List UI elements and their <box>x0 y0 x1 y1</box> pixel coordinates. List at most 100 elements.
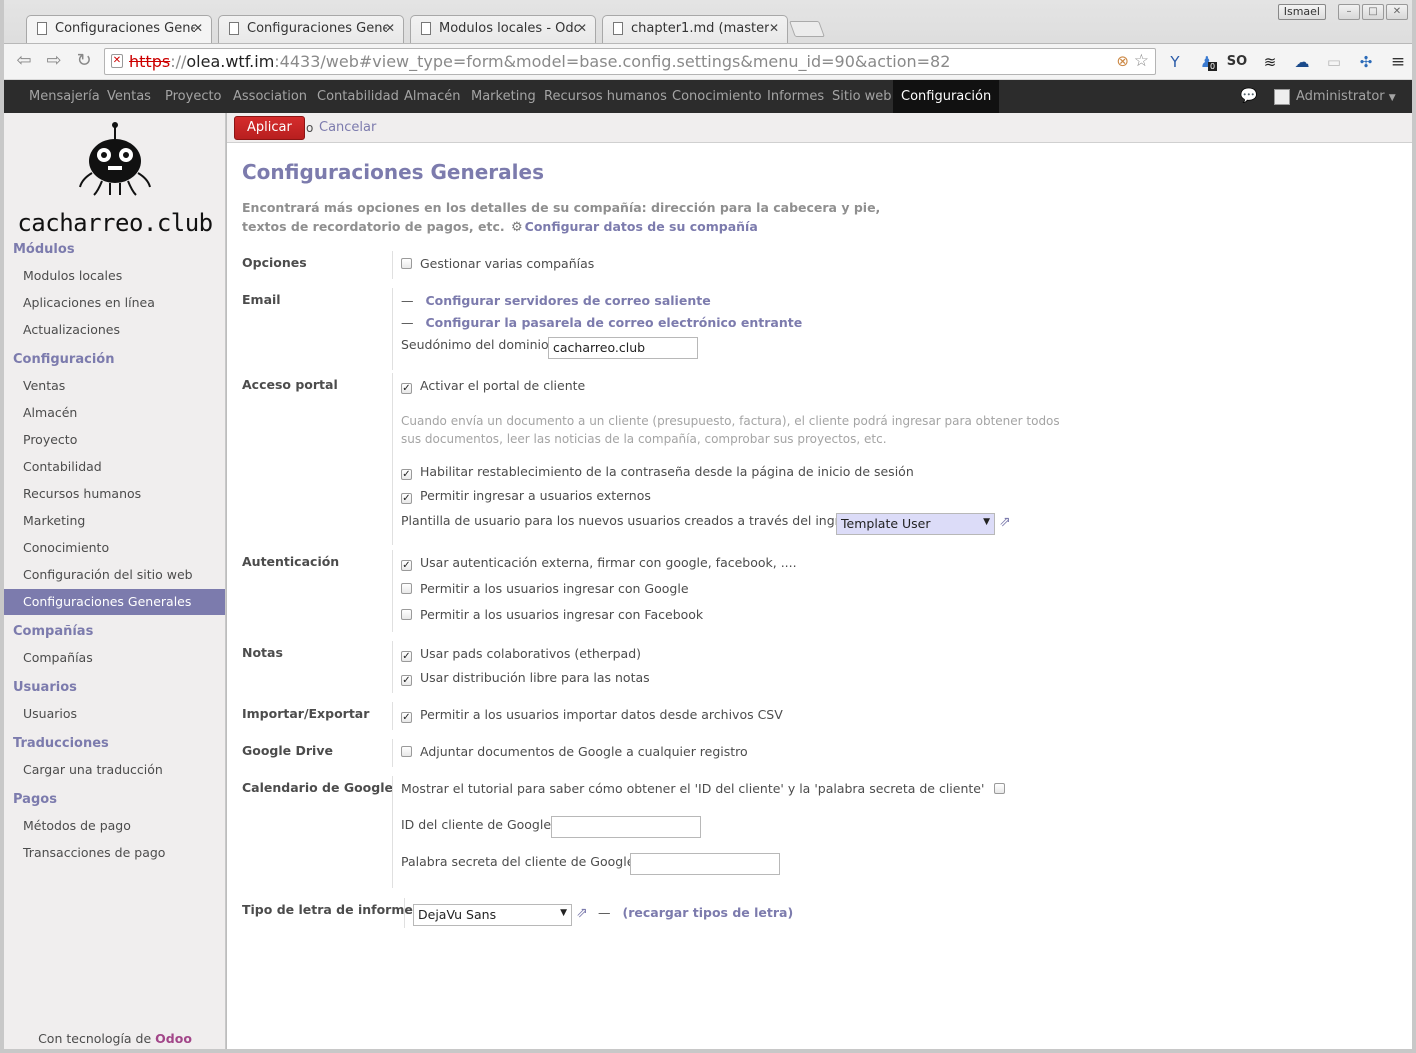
extension-so-icon[interactable]: SO <box>1226 52 1248 72</box>
sidebar-item-conocimiento[interactable]: Conocimiento <box>4 535 225 561</box>
free-notes-checkbox[interactable]: ✓ <box>401 675 412 686</box>
close-icon[interactable]: ✕ <box>193 21 203 35</box>
sidebar-item-companias[interactable]: Compañías <box>4 645 225 671</box>
menu-sitio-web[interactable]: Sitio web <box>824 80 900 113</box>
sidebar-section-traducciones[interactable]: Traducciones <box>13 736 109 751</box>
menu-marketing[interactable]: Marketing <box>463 80 544 113</box>
sidebar-item-transacciones-de-pago[interactable]: Transacciones de pago <box>4 840 225 866</box>
minimize-icon[interactable]: – <box>1338 4 1360 20</box>
menu-almacen[interactable]: Almacén <box>396 80 469 113</box>
sidebar-item-configuraciones-generales[interactable]: Configuraciones Generales <box>4 589 225 615</box>
menu-recursos-humanos[interactable]: Recursos humanos <box>536 80 675 113</box>
sidebar-item-modulos-locales[interactable]: Modulos locales <box>4 263 225 289</box>
sidebar-section-configuracion[interactable]: Configuración <box>13 352 114 367</box>
sidebar-item-contabilidad[interactable]: Contabilidad <box>4 454 225 480</box>
sidebar-item-recursos-humanos[interactable]: Recursos humanos <box>4 481 225 507</box>
reload-fonts-link[interactable]: (recargar tipos de letra) <box>623 905 794 920</box>
browser-tab-2[interactable]: Configuraciones Gene ✕ <box>218 15 404 43</box>
sidebar-section-companias[interactable]: Compañías <box>13 624 93 639</box>
back-icon[interactable]: ⇦ <box>12 50 36 72</box>
alias-domain-input[interactable]: cacharreo.club <box>548 337 698 359</box>
report-font-select[interactable]: DejaVu Sans ▼ <box>413 904 572 926</box>
forward-icon[interactable]: ⇨ <box>42 50 66 72</box>
profile-button[interactable]: Ismael <box>1277 4 1326 20</box>
close-icon[interactable]: ✕ <box>385 21 395 35</box>
extension-cast-icon[interactable]: ▭ <box>1323 52 1345 72</box>
browser-tab-4[interactable]: chapter1.md (master ✕ <box>602 15 788 43</box>
menu-conocimiento[interactable]: Conocimiento <box>664 80 770 113</box>
google-login-label: Permitir a los usuarios ingresar con Goo… <box>420 581 689 596</box>
tab-label: Configuraciones Gene <box>247 21 387 36</box>
user-name: Administrator <box>1296 89 1385 104</box>
close-icon[interactable]: ✕ <box>769 21 779 35</box>
browser-tab-3[interactable]: Modulos locales - Odo ✕ <box>410 15 596 43</box>
menu-association[interactable]: Association <box>225 80 315 113</box>
external-link-icon[interactable]: ⇗ <box>999 514 1011 530</box>
facebook-login-checkbox[interactable] <box>401 609 412 620</box>
gcal-client-id-input[interactable] <box>551 816 701 838</box>
sidebar-item-cargar-traduccion[interactable]: Cargar una traducción <box>4 757 225 783</box>
csv-import-checkbox[interactable]: ✓ <box>401 712 412 723</box>
gcal-tutorial-checkbox[interactable] <box>994 783 1006 794</box>
google-login-checkbox[interactable] <box>401 583 412 594</box>
sidebar-item-usuarios[interactable]: Usuarios <box>4 701 225 727</box>
menu-informes[interactable]: Informes <box>759 80 832 113</box>
oauth-checkbox[interactable]: ✓ <box>401 560 412 571</box>
external-link-icon[interactable]: ⇗ <box>576 905 588 921</box>
extension-v-icon[interactable]: Y <box>1164 52 1186 72</box>
address-bar[interactable]: ✕ https://olea.wtf.im:4433/web#view_type… <box>104 48 1156 75</box>
menu-ventas[interactable]: Ventas <box>99 80 159 113</box>
extension-cloud-icon[interactable]: ☁ <box>1291 52 1313 72</box>
sidebar-item-metodos-de-pago[interactable]: Métodos de pago <box>4 813 225 839</box>
multi-company-checkbox[interactable] <box>401 258 412 269</box>
menu-contabilidad[interactable]: Contabilidad <box>309 80 407 113</box>
chat-icon[interactable]: 💬 <box>1240 80 1257 113</box>
outgoing-mail-link[interactable]: Configurar servidores de correo saliente <box>426 293 711 308</box>
sidebar-item-configuracion-sitio-web[interactable]: Configuración del sitio web <box>4 562 225 588</box>
extension-layers-icon[interactable]: ≋ <box>1259 52 1281 72</box>
reset-password-checkbox[interactable]: ✓ <box>401 469 412 480</box>
free-notes-row: ✓ Usar distribución libre para las notas <box>401 669 650 687</box>
bookmark-star-icon[interactable]: ☆ <box>1134 49 1149 74</box>
close-icon[interactable]: ✕ <box>577 21 587 35</box>
url-scheme: https <box>129 52 171 71</box>
maximize-icon[interactable]: □ <box>1362 4 1384 20</box>
gdrive-checkbox[interactable] <box>401 746 412 757</box>
menu-proyecto[interactable]: Proyecto <box>157 80 230 113</box>
facebook-login-label: Permitir a los usuarios ingresar con Fac… <box>420 607 704 622</box>
sidebar-item-proyecto[interactable]: Proyecto <box>4 427 225 453</box>
configure-company-link[interactable]: Configurar datos de su compañía <box>525 219 758 234</box>
template-user-select[interactable]: Template User ▼ <box>836 513 995 535</box>
sidebar-section-pagos[interactable]: Pagos <box>13 792 57 807</box>
sidebar-item-ventas[interactable]: Ventas <box>4 373 225 399</box>
odoo-link[interactable]: Odoo <box>155 1031 192 1046</box>
gcal-secret-input[interactable] <box>630 853 780 875</box>
menu-icon[interactable]: ≡ <box>1387 52 1409 72</box>
apply-button[interactable]: Aplicar <box>234 116 305 140</box>
insecure-lock-icon[interactable]: ✕ <box>111 54 123 68</box>
menu-mensajeria[interactable]: Mensajería <box>21 80 108 113</box>
section-divider <box>392 373 393 545</box>
incoming-mail-link[interactable]: Configurar la pasarela de correo electró… <box>426 315 803 330</box>
extension-ghost-icon[interactable]: ♟ 0 <box>1196 52 1218 72</box>
cookie-icon[interactable]: ⊗ <box>1116 49 1129 74</box>
sidebar-section-usuarios[interactable]: Usuarios <box>13 680 77 695</box>
book-icon <box>613 22 623 35</box>
sidebar-item-marketing[interactable]: Marketing <box>4 508 225 534</box>
extension-network-icon[interactable]: ✣ <box>1355 52 1377 72</box>
reload-icon[interactable]: ↻ <box>72 50 96 72</box>
sidebar-section-modulos[interactable]: Módulos <box>13 242 75 257</box>
pad-checkbox[interactable]: ✓ <box>401 651 412 662</box>
reset-password-label: Habilitar restablecimiento de la contras… <box>420 464 914 479</box>
portal-enable-checkbox[interactable]: ✓ <box>401 383 412 394</box>
sidebar-item-actualizaciones[interactable]: Actualizaciones <box>4 317 225 343</box>
window-close-icon[interactable]: ✕ <box>1386 4 1408 20</box>
menu-configuracion[interactable]: Configuración <box>893 80 1000 113</box>
external-users-checkbox[interactable]: ✓ <box>401 493 412 504</box>
sidebar-item-almacen[interactable]: Almacén <box>4 400 225 426</box>
sidebar-item-aplicaciones-en-linea[interactable]: Aplicaciones en línea <box>4 290 225 316</box>
cancel-link[interactable]: Cancelar <box>319 120 376 135</box>
new-tab-button[interactable] <box>789 21 825 37</box>
browser-tab-1[interactable]: Configuraciones Gene ✕ <box>26 15 212 43</box>
user-menu[interactable]: Administrator ▼ <box>1274 80 1396 115</box>
